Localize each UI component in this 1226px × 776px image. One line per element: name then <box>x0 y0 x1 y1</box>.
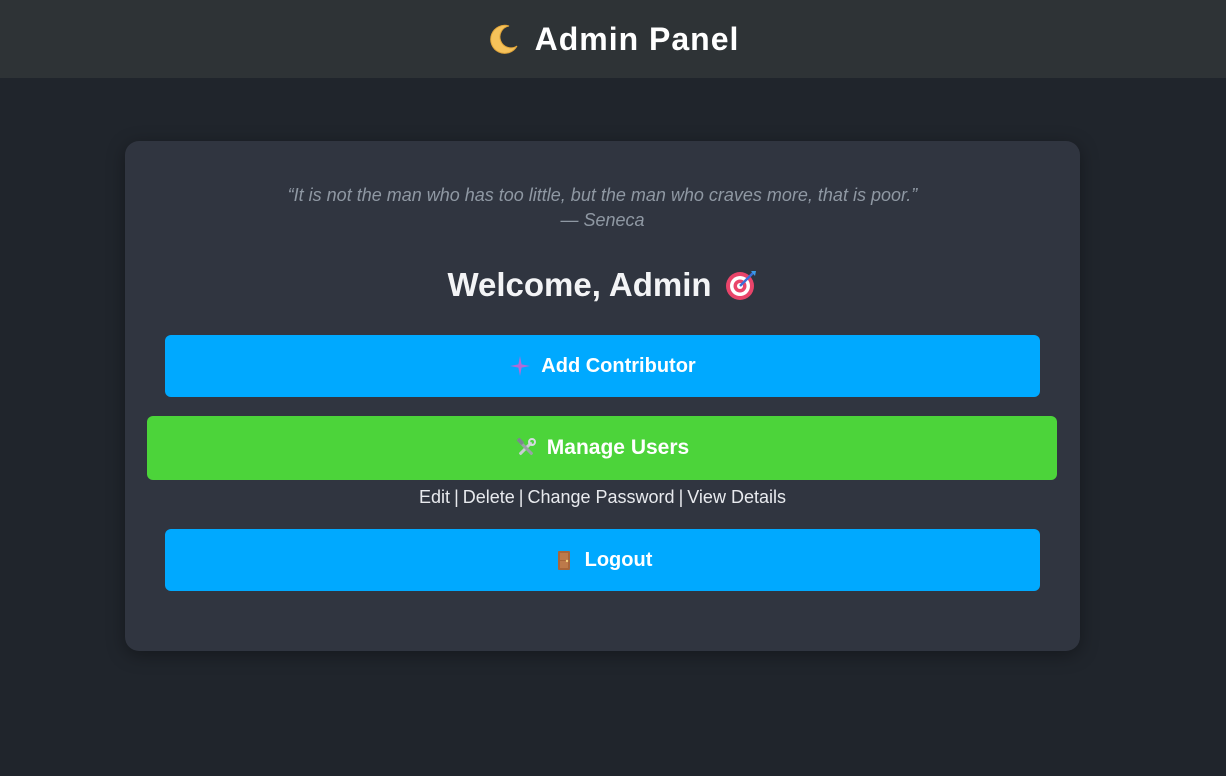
quote-text: “It is not the man who has too little, b… <box>287 185 918 205</box>
change-password-link[interactable]: Change Password <box>527 487 674 507</box>
quote: “It is not the man who has too little, b… <box>125 183 1080 233</box>
edit-link[interactable]: Edit <box>419 487 450 507</box>
logout-label: Logout <box>584 548 653 571</box>
welcome-text: Welcome, Admin <box>447 266 712 303</box>
link-separator: | <box>454 487 459 507</box>
logout-button[interactable]: Logout <box>165 529 1040 591</box>
admin-card: “It is not the man who has too little, b… <box>125 141 1080 651</box>
delete-link[interactable]: Delete <box>463 487 515 507</box>
view-details-link[interactable]: View Details <box>687 487 786 507</box>
welcome-heading: Welcome, Admin <box>125 266 1080 304</box>
manage-users-button[interactable]: Manage Users <box>147 416 1057 480</box>
link-separator: | <box>678 487 684 507</box>
top-bar: Admin Panel <box>0 0 1226 78</box>
manage-users-label: Manage Users <box>546 436 690 459</box>
page-title: Admin Panel <box>487 21 740 58</box>
door-icon <box>553 549 575 571</box>
tools-icon <box>515 437 537 459</box>
add-contributor-label: Add Contributor <box>541 354 696 377</box>
target-icon <box>724 268 758 302</box>
manage-users-links: Edit | Delete | Change Password | View Details <box>125 487 1080 508</box>
crescent-moon-icon <box>487 22 521 56</box>
add-contributor-button[interactable]: Add Contributor <box>165 335 1040 397</box>
quote-author: — Seneca <box>560 210 645 230</box>
page-title-text: Admin Panel <box>534 20 740 57</box>
link-separator: | <box>518 487 524 507</box>
sparkle-icon <box>509 355 531 377</box>
